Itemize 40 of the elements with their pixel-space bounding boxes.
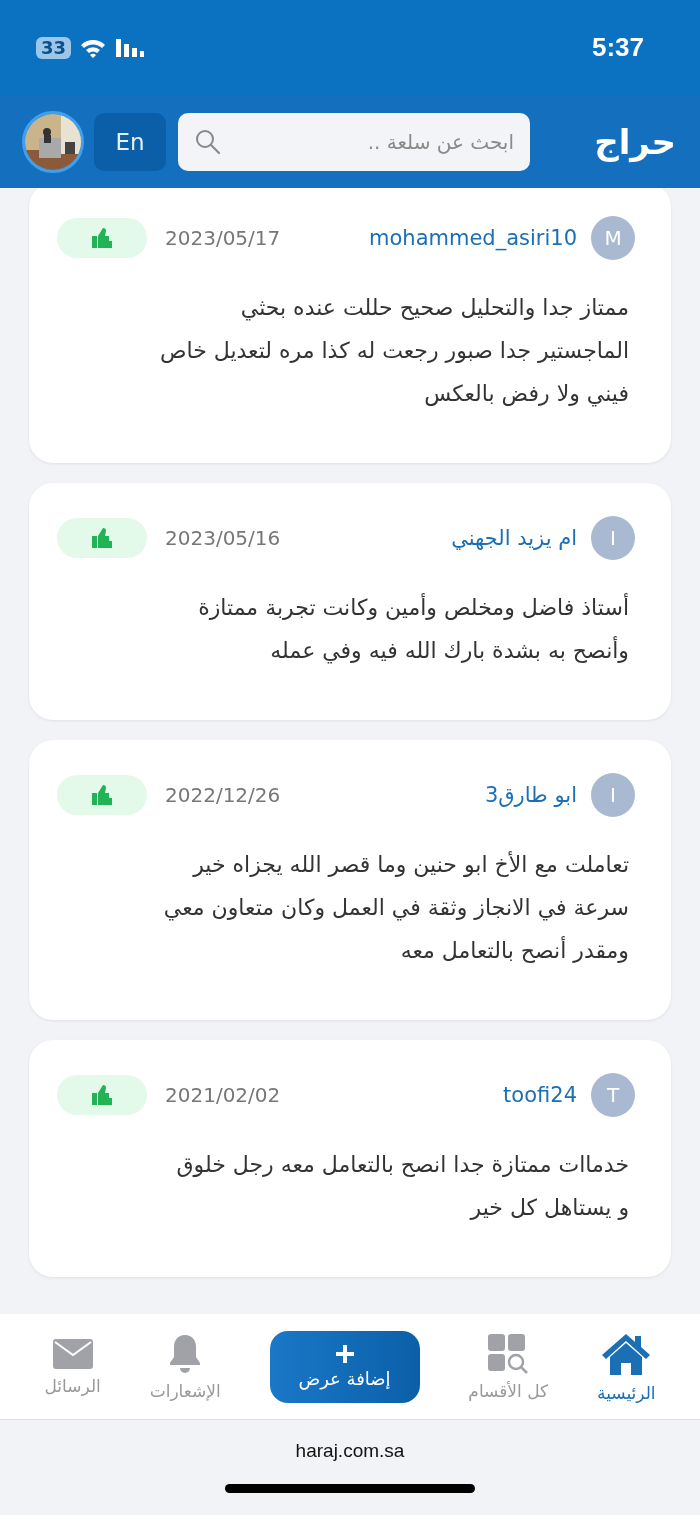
like-button[interactable] — [57, 775, 147, 815]
envelope-icon — [51, 1337, 94, 1370]
username-link[interactable]: mohammed_asiri10 — [369, 226, 577, 250]
categories-icon — [487, 1332, 530, 1375]
review-text: أستاذ فاضل ومخلص وأمين وكانت تجربة ممتازة وأنصح به بشدة بارك الله فيه وفي عمله — [197, 592, 629, 666]
review-text: تعاملت مع الأخ ابو حنين وما قصر الله يجزاه خير سرعة في الانجاز وثقة في العمل وكان متعاون معي ومقدر أنصح بالتعامل معه — [162, 850, 629, 965]
review-date: 2023/05/17 — [165, 226, 281, 250]
thumbs-up-icon — [89, 782, 115, 808]
username-link[interactable]: toofi24 — [503, 1083, 577, 1107]
username-link[interactable]: ام يزيد الجهني — [451, 526, 577, 550]
add-offer-button[interactable]: إضافة عرض — [269, 1330, 420, 1403]
review-text: ممتاز جدا والتحليل صحيح حللت عنده بحثي الماجستير جدا صبور رجعت له كذا مره لتعديل خاص فيني ولا رفض بالعكس — [158, 294, 629, 409]
user-avatar: M — [591, 216, 635, 260]
nav-tab[interactable]: كل الأقسام — [468, 1332, 549, 1401]
logo[interactable]: حراج — [594, 121, 676, 162]
user-avatar: T — [591, 1073, 635, 1117]
user-avatar: I — [591, 516, 635, 560]
clock-time: 5:37 — [591, 32, 644, 63]
plus-icon — [334, 1344, 355, 1364]
like-button[interactable] — [57, 518, 147, 558]
thumbs-up-icon — [89, 525, 115, 551]
like-button[interactable] — [57, 218, 147, 258]
nav-tab[interactable]: الرئيسية — [597, 1330, 656, 1403]
language-button[interactable]: En — [94, 112, 166, 171]
review-date: 2023/05/16 — [165, 526, 281, 550]
nav-tab[interactable]: الإشعارات — [149, 1332, 221, 1401]
like-button[interactable] — [57, 1075, 147, 1115]
nav-tab[interactable]: الرسائل — [44, 1337, 101, 1396]
review-date: 2022/12/26 — [165, 783, 281, 807]
battery-icon: 33 — [36, 36, 72, 59]
search-field[interactable]: ابحث عن سلعة .. — [178, 112, 530, 171]
user-avatar: I — [591, 773, 635, 817]
url-text[interactable]: haraj.com.sa — [295, 1440, 405, 1462]
review-date: 2021/02/02 — [165, 1083, 281, 1107]
thumbs-up-icon — [89, 225, 115, 251]
signal-icon — [115, 36, 146, 59]
bell-icon — [168, 1332, 203, 1375]
username-link[interactable]: ابو طارق3 — [484, 783, 577, 807]
thumbs-up-icon — [89, 1082, 115, 1108]
review-text: خدماات ممتازة جدا انصح بالتعامل معه رجل خلوق و يستاهل كل خير — [175, 1151, 629, 1222]
